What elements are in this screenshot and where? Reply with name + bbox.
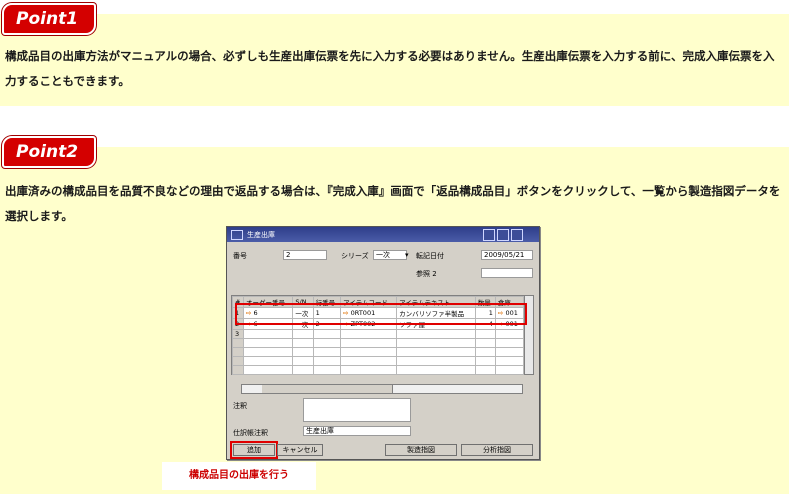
window-titlebar: 生産出庫	[227, 227, 539, 242]
series-label: シリーズ	[341, 252, 369, 260]
callout-label: 構成品目の出庫を行う	[162, 462, 316, 490]
copy-to-button[interactable]: 分析指図	[461, 444, 533, 456]
horizontal-scrollbar[interactable]	[241, 384, 523, 394]
number-label: 番号	[233, 252, 247, 260]
highlight-add-box	[230, 441, 278, 459]
point1-text: 構成品目の出庫方法がマニュアルの場合、必ずしも生産出庫伝票を先に入力する必要はあ…	[5, 49, 775, 88]
chevron-down-icon[interactable]: ▾	[405, 251, 409, 259]
close-icon[interactable]	[511, 229, 523, 241]
ref2-label: 参照 2	[416, 270, 437, 278]
window-title: 生産出庫	[247, 231, 275, 239]
production-issue-window: 生産出庫 番号 2 シリーズ 一次 ▾ 転記日付 2009/05/21 参照 2…	[226, 226, 540, 460]
journal-field[interactable]: 生産出庫	[303, 426, 411, 436]
point1-badge: Point1	[2, 3, 96, 35]
remarks-field[interactable]	[303, 398, 411, 422]
series-select[interactable]: 一次	[373, 250, 407, 260]
row-number: 3	[232, 329, 244, 339]
scroll-thumb[interactable]	[262, 385, 393, 393]
remarks-label: 注釈	[233, 402, 247, 410]
date-field[interactable]: 2009/05/21	[481, 250, 533, 260]
table-row[interactable]	[232, 356, 525, 366]
point2-badge: Point2	[2, 136, 96, 168]
table-row[interactable]	[232, 365, 525, 375]
table-row[interactable]: 3	[232, 329, 525, 339]
date-label: 転記日付	[416, 252, 444, 260]
cancel-button[interactable]: キャンセル	[277, 444, 323, 456]
copy-from-button[interactable]: 製造指図	[385, 444, 457, 456]
journal-label: 仕訳帳注釈	[233, 429, 268, 437]
number-field[interactable]: 2	[283, 250, 327, 260]
window-icon	[231, 230, 243, 240]
point2-text: 出庫済みの構成品目を品質不良などの理由で返品する場合は、『完成入庫』画面で「返品…	[5, 184, 781, 223]
ref2-field[interactable]	[481, 268, 533, 278]
highlight-rows-box	[235, 303, 527, 325]
table-row[interactable]	[232, 338, 525, 348]
minimize-icon[interactable]	[483, 229, 495, 241]
table-row[interactable]	[232, 347, 525, 357]
maximize-icon[interactable]	[497, 229, 509, 241]
